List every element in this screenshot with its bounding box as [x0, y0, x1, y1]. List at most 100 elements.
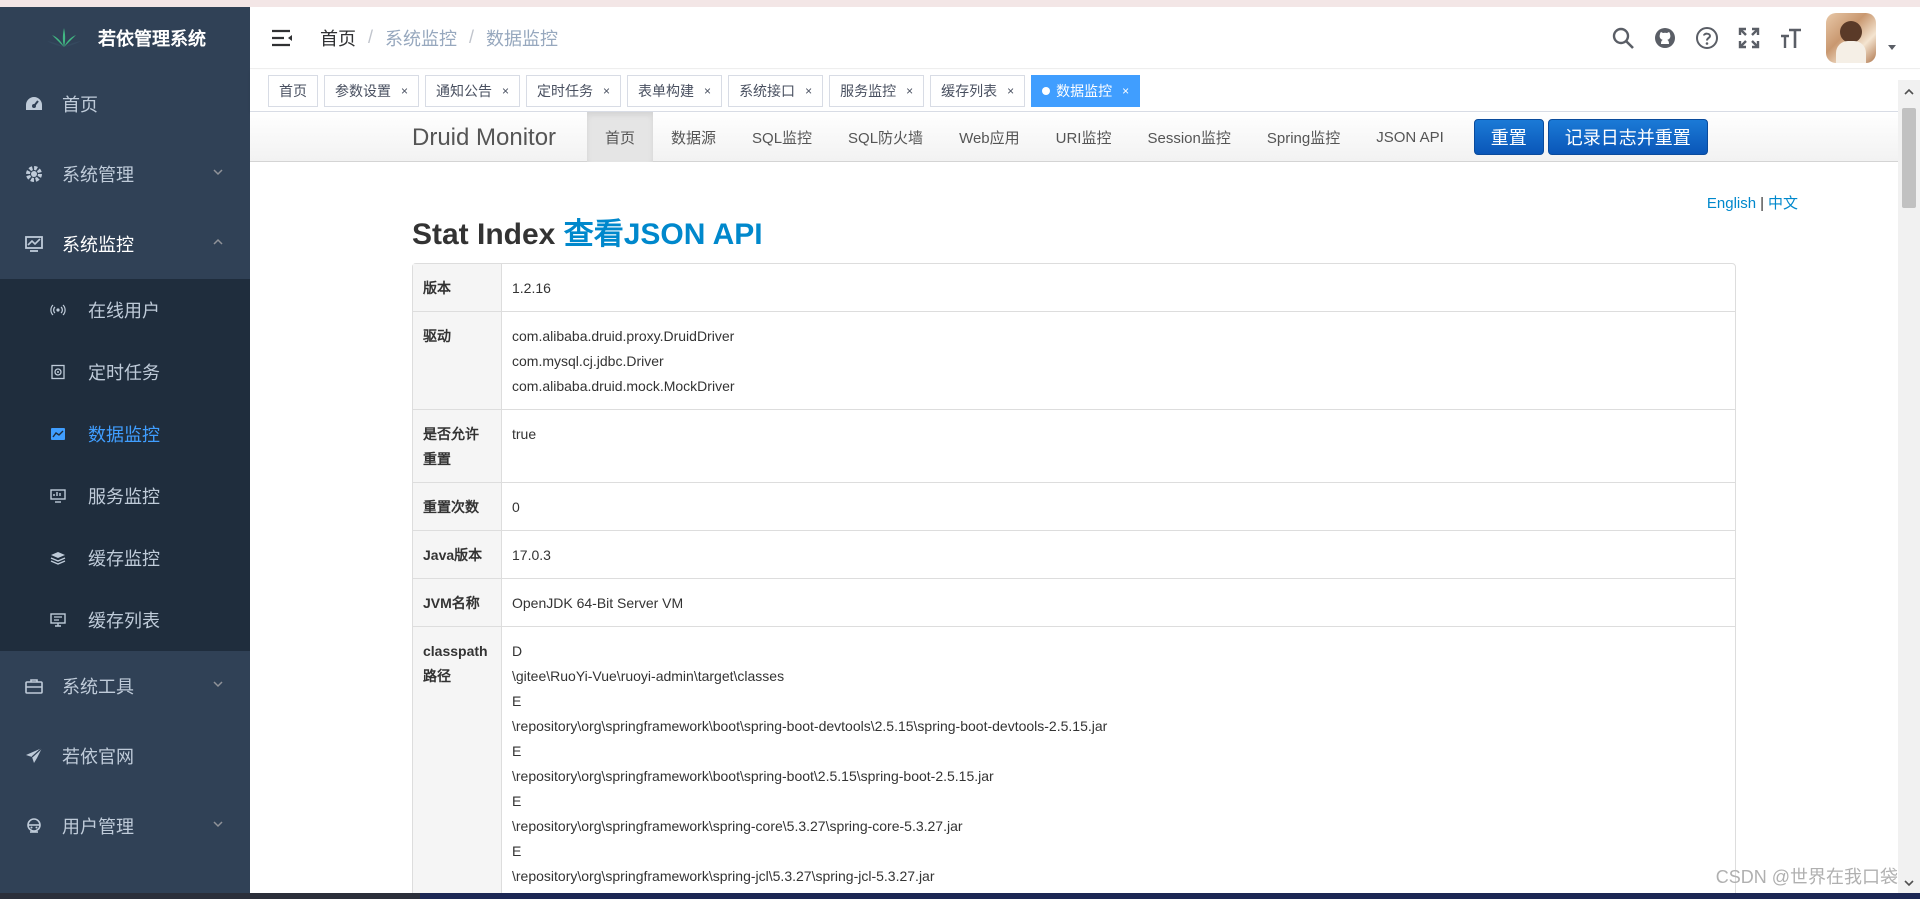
- breadcrumb-home[interactable]: 首页: [320, 25, 356, 51]
- font-size-icon[interactable]: [1778, 25, 1804, 51]
- sidebar-logo[interactable]: 若依管理系统: [0, 7, 250, 69]
- row-value: true: [501, 409, 1735, 482]
- hamburger-icon[interactable]: [270, 26, 294, 50]
- druid-nav-json-api[interactable]: JSON API: [1358, 112, 1462, 162]
- sidebar-item-cache-list[interactable]: 缓存列表: [0, 589, 250, 651]
- value-line: E: [512, 743, 522, 759]
- close-icon[interactable]: ×: [805, 84, 812, 98]
- sidebar-item-scheduled-jobs[interactable]: 定时任务: [0, 341, 250, 403]
- json-api-link[interactable]: 查看JSON API: [564, 218, 763, 251]
- sidebar-item-label: 若依官网: [62, 747, 134, 767]
- table-row: 是否允许重置 true: [413, 409, 1735, 482]
- row-label: 版本: [413, 264, 501, 311]
- tag-label: 数据监控: [1056, 82, 1113, 99]
- sidebar-item-home[interactable]: 首页: [0, 69, 250, 139]
- breadcrumb-separator: /: [368, 27, 374, 47]
- breadcrumb-system-monitor: 系统监控: [385, 28, 458, 49]
- scroll-down-icon[interactable]: [1903, 877, 1915, 889]
- close-icon[interactable]: ×: [401, 84, 408, 98]
- row-value: 17.0.3: [501, 530, 1735, 578]
- sidebar-item-label: 定时任务: [88, 363, 160, 383]
- row-value: D \gitee\RuoYi-Vue\ruoyi-admin\target\cla…: [501, 626, 1735, 893]
- gear-icon: [24, 164, 44, 184]
- close-icon[interactable]: ×: [704, 84, 711, 98]
- sidebar-item-cache-monitor[interactable]: 缓存监控: [0, 527, 250, 589]
- breadcrumb-separator: /: [469, 27, 475, 47]
- stat-index-table: 版本 1.2.16 驱动 com.alibaba.druid.proxy.DruidD…: [412, 263, 1736, 893]
- tag-form-build[interactable]: 表单构建 ×: [627, 74, 723, 107]
- reset-button[interactable]: 重置: [1473, 119, 1544, 155]
- row-label: 是否允许重置: [413, 409, 501, 482]
- page-title: Stat Index 查看JSON API: [412, 209, 763, 253]
- tag-swagger[interactable]: 系统接口 ×: [728, 74, 824, 107]
- sidebar-item-label: 缓存列表: [88, 611, 160, 631]
- sidebar-item-data-monitor[interactable]: 数据监控: [0, 403, 250, 465]
- close-icon[interactable]: ×: [1122, 84, 1129, 98]
- scroll-up-icon[interactable]: [1903, 86, 1915, 98]
- sidebar-item-label: 服务监控: [88, 487, 160, 507]
- close-icon[interactable]: ×: [906, 84, 913, 98]
- log-and-reset-button[interactable]: 记录日志并重置: [1547, 119, 1708, 155]
- druid-nav-menu: 首页 数据源 SQL监控 SQL防火墙 Web应用 URI监控 Session监…: [587, 112, 1708, 162]
- druid-nav-sql[interactable]: SQL监控: [734, 112, 830, 162]
- sidebar-item-online-users[interactable]: 在线用户: [0, 279, 250, 341]
- logo-icon: [47, 28, 81, 47]
- github-icon[interactable]: [1652, 25, 1678, 51]
- tag-label: 首页: [279, 82, 307, 99]
- sidebar-item-system-monitor[interactable]: 系统监控: [0, 209, 250, 279]
- tags-view: 首页 参数设置 × 通知公告 × 定时任务 × 表单构建 × 系统接口 × 服务监控 × 缓…: [250, 70, 1920, 112]
- tag-label: 通知公告: [436, 82, 493, 99]
- redis-icon: [50, 550, 66, 566]
- tag-druid[interactable]: 数据监控 ×: [1031, 74, 1141, 107]
- tag-notice[interactable]: 通知公告 ×: [425, 74, 521, 107]
- vertical-scrollbar[interactable]: [1898, 80, 1920, 893]
- lang-chinese-link[interactable]: 中文: [1768, 195, 1798, 212]
- tag-home[interactable]: 首页: [268, 74, 318, 107]
- row-label: Java版本: [413, 530, 501, 578]
- close-icon[interactable]: ×: [502, 84, 509, 98]
- sidebar-item-server-monitor[interactable]: 服务监控: [0, 465, 250, 527]
- sidebar-item-system-manage[interactable]: 系统管理: [0, 139, 250, 209]
- tag-config[interactable]: 参数设置 ×: [324, 74, 420, 107]
- value-line: true: [512, 426, 537, 442]
- tag-label: 表单构建: [638, 82, 695, 99]
- avatar[interactable]: [1826, 13, 1876, 63]
- row-value: com.alibaba.druid.proxy.DruidDriver com.m…: [501, 311, 1735, 409]
- question-icon[interactable]: [1694, 25, 1720, 51]
- value-line: com.alibaba.druid.proxy.DruidDriver: [512, 328, 735, 344]
- druid-nav-index[interactable]: 首页: [587, 112, 654, 162]
- druid-nav-wall[interactable]: SQL防火墙: [830, 112, 941, 162]
- druid-nav-webapp[interactable]: Web应用: [941, 112, 1038, 162]
- druid-nav-spring[interactable]: Spring监控: [1249, 112, 1358, 162]
- close-icon[interactable]: ×: [603, 84, 610, 98]
- dashboard-icon: [24, 94, 44, 114]
- druid-navbar: Druid Monitor 首页 数据源 SQL监控 SQL防火墙 Web应用 …: [250, 112, 1898, 162]
- tag-cache-list[interactable]: 缓存列表 ×: [930, 74, 1026, 107]
- close-icon[interactable]: ×: [1007, 84, 1014, 98]
- sidebar-item-ruoyi-website[interactable]: 若依官网: [0, 721, 250, 791]
- druid-nav-datasource[interactable]: 数据源: [653, 112, 734, 162]
- chevron-down-icon: [213, 821, 223, 828]
- value-line: com.alibaba.druid.mock.MockDriver: [512, 378, 735, 394]
- language-switcher: English | 中文: [1707, 192, 1798, 213]
- druid-nav-session[interactable]: Session监控: [1129, 112, 1248, 162]
- druid-nav-uri[interactable]: URI监控: [1038, 112, 1130, 162]
- caret-down-icon[interactable]: [1886, 41, 1898, 53]
- sidebar-item-system-tools[interactable]: 系统工具: [0, 651, 250, 721]
- druid-brand[interactable]: Druid Monitor: [412, 124, 556, 152]
- value-line: \gitee\RuoYi-Vue\ruoyi-admin\target\clas…: [512, 668, 785, 684]
- bottom-strip: [0, 893, 1920, 899]
- sidebar-item-user-manage[interactable]: 用户管理: [0, 791, 250, 861]
- table-row: 驱动 com.alibaba.druid.proxy.DruidDriver com…: [413, 311, 1735, 409]
- scrollbar-thumb[interactable]: [1902, 108, 1916, 208]
- tag-label: 服务监控: [840, 82, 897, 99]
- search-icon[interactable]: [1610, 25, 1636, 51]
- fullscreen-icon[interactable]: [1736, 25, 1762, 51]
- tag-server[interactable]: 服务监控 ×: [829, 74, 925, 107]
- table-row: 重置次数 0: [413, 482, 1735, 530]
- lang-english-link[interactable]: English: [1707, 195, 1756, 212]
- tag-label: 参数设置: [335, 82, 391, 99]
- value-line: \repository\org\springframework\boot\spr…: [512, 718, 1108, 734]
- tag-job[interactable]: 定时任务 ×: [526, 74, 622, 107]
- user-manage-icon: [24, 816, 44, 836]
